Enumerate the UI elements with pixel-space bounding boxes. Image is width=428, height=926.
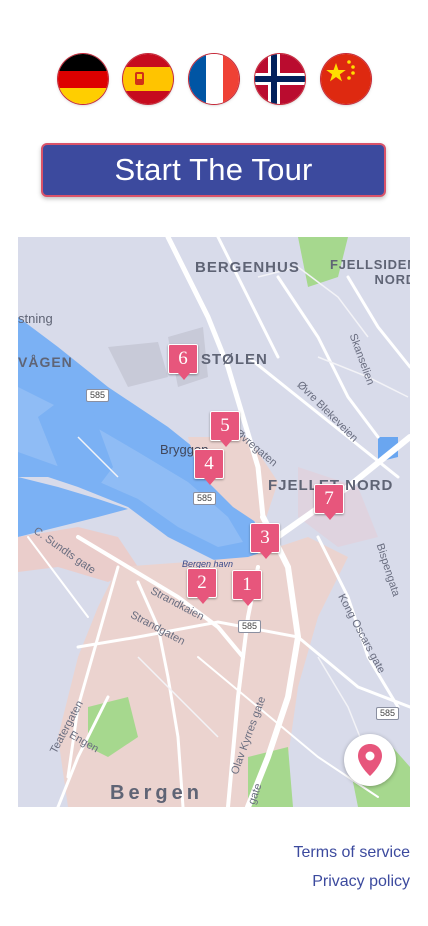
map-label-festning: stning — [18, 311, 53, 326]
road-shield-585: 585 — [376, 707, 400, 720]
my-location-button[interactable] — [344, 734, 396, 786]
tour-stop-pin-7[interactable]: 7 — [314, 484, 344, 520]
map-label-stolen: STØLEN — [201, 351, 268, 368]
norwegian-flag-icon[interactable] — [255, 54, 305, 104]
tour-stop-pin-2[interactable]: 2 — [187, 568, 217, 604]
chinese-flag-icon[interactable] — [321, 54, 371, 104]
map-label-fjellsiden-nord: FJELLSIDEN NORD — [330, 257, 410, 287]
start-tour-button[interactable]: Start The Tour — [41, 143, 386, 197]
spanish-flag-icon[interactable] — [123, 54, 173, 104]
tour-stop-pin-1[interactable]: 1 — [232, 570, 262, 606]
german-flag-icon[interactable] — [58, 54, 108, 104]
map-base — [18, 237, 410, 807]
location-pin-icon — [358, 744, 382, 776]
tour-stop-pin-3[interactable]: 3 — [250, 523, 280, 559]
tour-stop-pin-5[interactable]: 5 — [210, 411, 240, 447]
french-flag-icon[interactable] — [189, 54, 239, 104]
language-selector — [58, 54, 372, 106]
terms-of-service-link[interactable]: Terms of service — [294, 844, 410, 862]
tour-map[interactable]: BERGENHUS FJELLSIDEN NORD stning VÅGEN S… — [18, 237, 410, 807]
tour-stop-pin-4[interactable]: 4 — [194, 449, 224, 485]
road-shield-585: 585 — [193, 492, 217, 505]
tour-stop-pin-6[interactable]: 6 — [168, 344, 198, 380]
road-shield-585: 585 — [86, 389, 110, 402]
map-label-bergenhus: BERGENHUS — [195, 259, 300, 276]
map-label-bergen: Bergen — [110, 782, 203, 804]
privacy-policy-link[interactable]: Privacy policy — [312, 873, 410, 891]
map-label-vagen: VÅGEN — [18, 354, 73, 370]
road-shield-585: 585 — [238, 620, 262, 633]
